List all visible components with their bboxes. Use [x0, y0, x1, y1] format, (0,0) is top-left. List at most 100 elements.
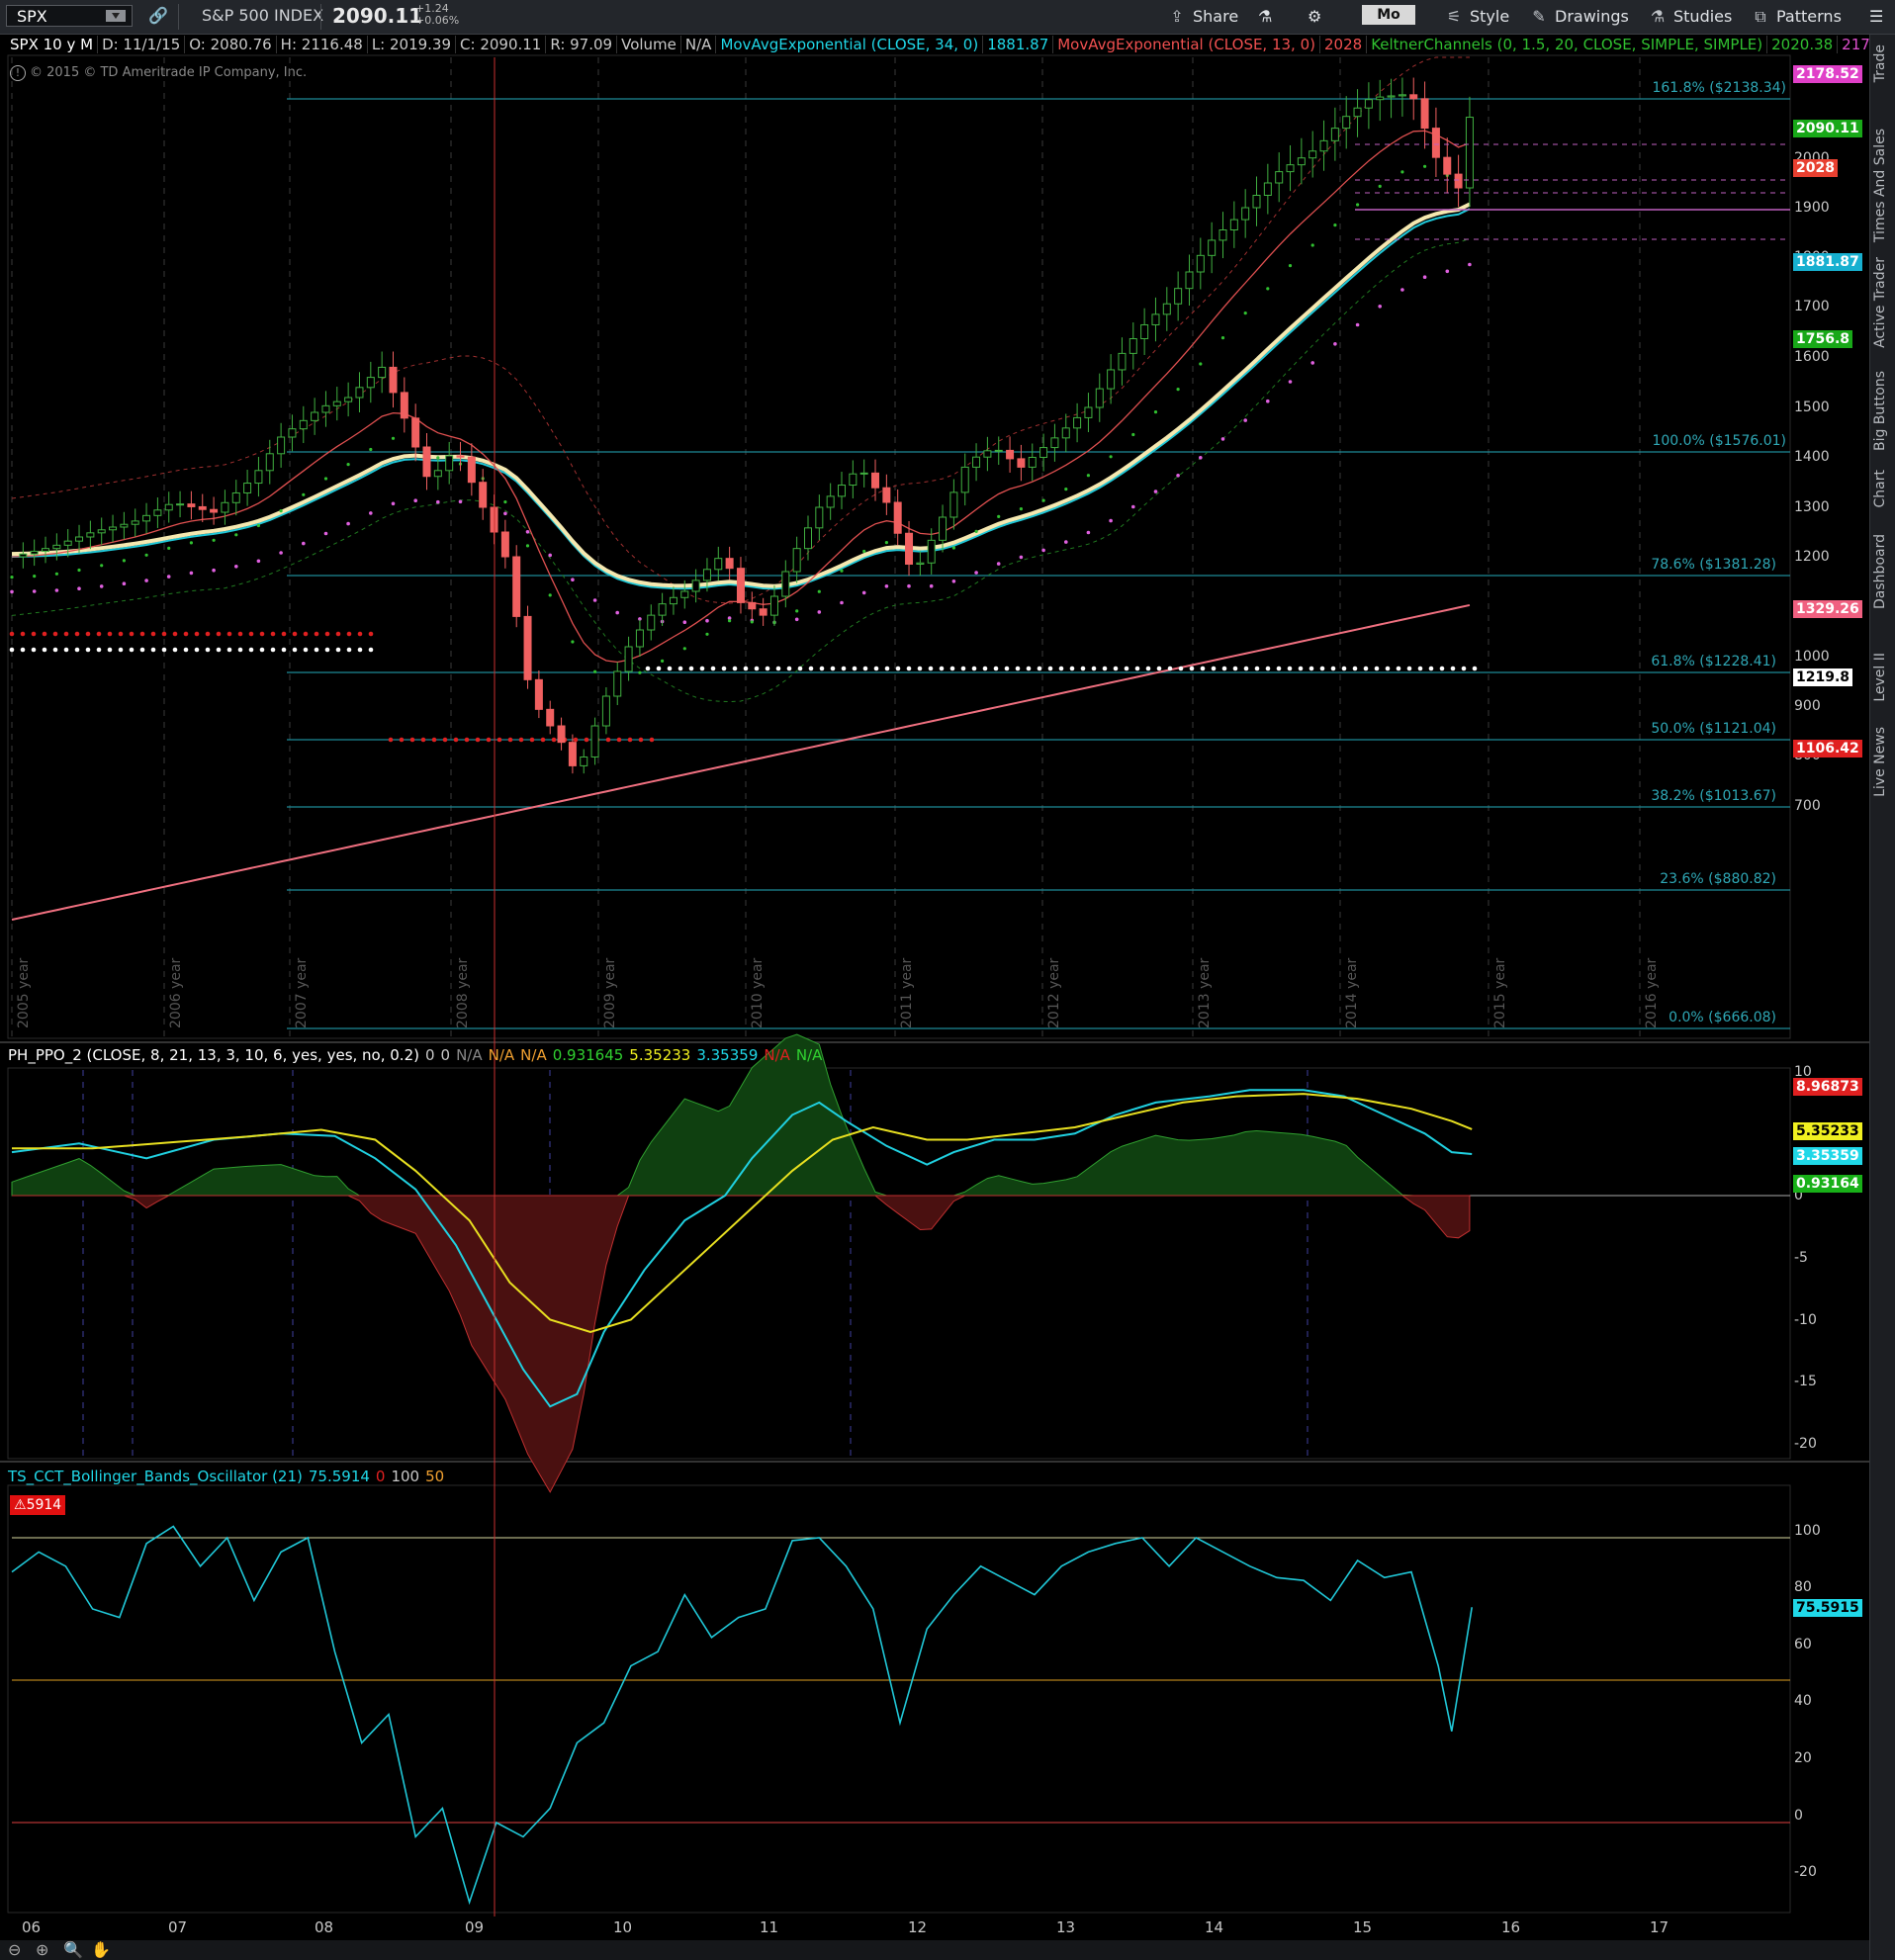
green-dot — [862, 549, 866, 554]
red-dot — [420, 737, 426, 743]
right-tab-level-ii[interactable]: Level II — [1872, 653, 1894, 702]
right-tab-dashboard[interactable]: Dashboard — [1872, 534, 1894, 609]
red-dot — [486, 737, 492, 743]
white-support-dot — [1026, 666, 1032, 671]
green-dot — [951, 546, 956, 550]
right-tab-trade[interactable]: Trade — [1872, 45, 1894, 82]
green-dot — [1041, 498, 1045, 502]
white-support-dot — [1396, 666, 1401, 671]
candle-body — [1084, 406, 1093, 418]
red-dot — [464, 737, 470, 743]
white-support-dot — [368, 647, 374, 653]
ppo-axis-label: -20 — [1794, 1436, 1817, 1452]
white-support-dot — [1124, 666, 1129, 671]
x-axis-label: 09 — [465, 1918, 485, 1936]
candle-body — [164, 503, 173, 511]
green-dot — [1199, 362, 1203, 366]
magenta-dot — [861, 590, 866, 595]
green-dot — [1423, 164, 1427, 168]
green-dot — [817, 589, 821, 593]
white-support-dot — [917, 666, 923, 671]
white-support-dot — [939, 666, 945, 671]
candle-body — [1050, 437, 1059, 449]
magenta-dot — [1220, 437, 1225, 441]
ppo-value-box: 0.93164 — [1793, 1175, 1862, 1193]
candle-body — [344, 397, 353, 402]
zoom-in-icon[interactable]: ⊕ — [36, 1940, 48, 1959]
bbo-warning-badge[interactable]: ⚠5914 — [10, 1495, 66, 1515]
white-support-dot — [194, 647, 200, 653]
green-dot — [884, 541, 889, 545]
red-dot — [292, 631, 298, 637]
warning-icon: ⚠ — [14, 1497, 27, 1513]
white-support-dot — [1134, 666, 1140, 671]
green-dot — [54, 572, 59, 576]
fib-label: 23.6% ($880.82) — [1660, 871, 1776, 887]
right-tab-big-buttons[interactable]: Big Buttons — [1872, 371, 1894, 451]
right-tab-chart[interactable]: Chart — [1872, 470, 1894, 507]
green-dot — [728, 619, 732, 623]
x-axis-label: 11 — [760, 1918, 779, 1936]
magenta-dot — [951, 579, 956, 583]
right-tab-live-news[interactable]: Live News — [1872, 727, 1894, 797]
bbo-axis-label: 80 — [1794, 1579, 1812, 1595]
candle-body — [1140, 323, 1149, 340]
bbo-title-bar: TS_CCT_Bollinger_Bands_Oscillator (21) 75… — [8, 1468, 445, 1485]
x-axis-label: 14 — [1205, 1918, 1224, 1936]
candle-body — [1275, 171, 1284, 184]
ppo-title: PH_PPO_2 (CLOSE, 8, 21, 13, 3, 10, 6, ye… — [8, 1046, 419, 1064]
red-dot — [584, 737, 589, 743]
red-dot — [216, 631, 222, 637]
candle-body — [725, 558, 734, 570]
candle-body — [243, 483, 252, 493]
candle-body — [1420, 98, 1429, 130]
candle-body — [1151, 313, 1160, 325]
white-support-dot — [873, 666, 879, 671]
magenta-dot — [1064, 540, 1068, 544]
price-label-box: 1219.8 — [1793, 668, 1853, 686]
white-support-dot — [1374, 666, 1380, 671]
white-support-dot — [1091, 666, 1097, 671]
candle-body — [288, 428, 297, 438]
menu-icon[interactable]: ☰ — [1869, 0, 1883, 34]
zoom-out-icon[interactable]: ⊖ — [8, 1940, 21, 1959]
candle-body — [1196, 254, 1205, 273]
fib-label: 161.8% ($2138.34) — [1652, 80, 1786, 96]
green-dot — [10, 576, 14, 579]
green-dot — [548, 593, 552, 597]
white-support-dot — [85, 647, 91, 653]
white-support-dot — [971, 666, 977, 671]
red-dot — [573, 737, 579, 743]
green-dot — [33, 575, 37, 579]
magenta-dot — [974, 571, 978, 575]
x-axis-label: 17 — [1650, 1918, 1669, 1936]
white-support-dot — [786, 666, 792, 671]
magenta-dot — [1288, 380, 1293, 384]
magnifier-icon[interactable]: 🔍 — [63, 1940, 83, 1959]
pan-hand-icon[interactable]: ✋ — [91, 1940, 111, 1959]
green-dot — [1356, 203, 1360, 207]
red-dot — [431, 737, 437, 743]
white-support-dot — [884, 666, 890, 671]
price-axis-label: 900 — [1794, 698, 1821, 714]
red-dot — [139, 631, 145, 637]
white-support-dot — [1037, 666, 1042, 671]
bottom-toolbar: ⊖ ⊕ 🔍 ✋ — [0, 1940, 1869, 1960]
candle-body — [1398, 94, 1406, 97]
magenta-dot — [1086, 530, 1091, 535]
white-support-dot — [205, 647, 211, 653]
magenta-dot — [1400, 288, 1404, 292]
white-support-dot — [1189, 666, 1195, 671]
red-dot — [409, 737, 415, 743]
candle-body — [960, 466, 969, 493]
right-tab-times-and-sales[interactable]: Times And Sales — [1872, 129, 1894, 242]
bbo-axis-label: -20 — [1794, 1864, 1817, 1880]
red-dot — [368, 631, 374, 637]
chart-canvas[interactable] — [0, 0, 1869, 1940]
candle-body — [1263, 182, 1272, 196]
red-dot — [52, 631, 58, 637]
candle-body — [120, 523, 129, 528]
white-support-dot — [237, 647, 243, 653]
white-support-dot — [1178, 666, 1184, 671]
right-tab-active-trader[interactable]: Active Trader — [1872, 257, 1894, 348]
